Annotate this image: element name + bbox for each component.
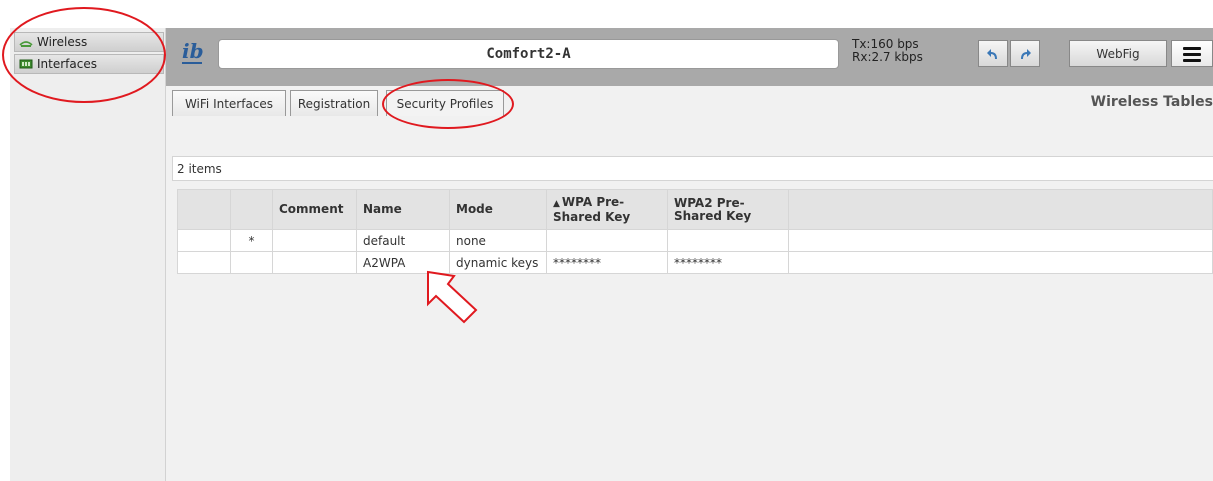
cell-wpa-key: ******** (546, 251, 668, 274)
page-title: Comfort2-A (218, 39, 839, 69)
table-header-row: Comment Name Mode ▲ WPA Pre- Shared Key W… (177, 189, 1213, 230)
cell-name: default (356, 229, 450, 252)
cell-wpa2-key (667, 229, 789, 252)
column-header-spacer (788, 189, 1213, 230)
redo-icon (1021, 48, 1031, 59)
undo-button[interactable] (978, 40, 1008, 67)
cell-select[interactable] (177, 229, 231, 252)
column-header-comment[interactable]: Comment (272, 189, 357, 230)
annotation-arrow-icon (427, 270, 478, 324)
sort-ascending-icon: ▲ (553, 198, 560, 209)
column-header-select[interactable] (177, 189, 231, 230)
header-bar: ib Comfort2-A Tx:160 bps Rx:2.7 kbps Web… (166, 28, 1213, 86)
cell-spacer (788, 229, 1213, 252)
traffic-readout: Tx:160 bps Rx:2.7 kbps (852, 38, 923, 64)
cell-comment (272, 229, 357, 252)
table-row[interactable]: * default none (177, 229, 1213, 252)
sidebar-item-interfaces[interactable]: Interfaces (14, 54, 164, 74)
svg-text:ib: ib (182, 39, 204, 63)
rx-rate: Rx:2.7 kbps (852, 50, 923, 64)
cell-flag: * (230, 229, 273, 252)
logo-icon: ib (182, 39, 204, 64)
redo-button[interactable] (1010, 40, 1040, 67)
menu-button[interactable] (1171, 40, 1213, 67)
column-header-flags[interactable] (230, 189, 273, 230)
tab-wifi-interfaces[interactable]: WiFi Interfaces (172, 90, 286, 116)
webfig-button[interactable]: WebFig (1069, 40, 1167, 67)
undo-icon (987, 48, 997, 59)
cell-mode: none (449, 229, 547, 252)
section-title: Wireless Tables (1090, 94, 1213, 110)
hamburger-icon (1183, 46, 1201, 62)
sidebar-item-label: Wireless (37, 35, 88, 49)
cell-wpa2-key: ******** (667, 251, 789, 274)
cell-wpa-key (546, 229, 668, 252)
cell-select[interactable] (177, 251, 231, 274)
wifi-icon (19, 41, 33, 47)
sidebar-item-label: Interfaces (37, 57, 97, 71)
network-card-icon (19, 59, 33, 69)
column-header-wpa2-key[interactable]: WPA2 Pre- Shared Key (667, 189, 789, 230)
main-panel: ib Comfort2-A Tx:160 bps Rx:2.7 kbps Web… (166, 28, 1213, 481)
column-header-label: WPA Pre- Shared Key (553, 194, 631, 224)
table-row[interactable]: A2WPA dynamic keys ******** ******** (177, 251, 1213, 274)
tab-security-profiles[interactable]: Security Profiles (386, 90, 504, 116)
cell-comment (272, 251, 357, 274)
sidebar: Wireless Interfaces (10, 28, 166, 481)
cell-spacer (788, 251, 1213, 274)
sidebar-item-wireless[interactable]: Wireless (14, 32, 164, 52)
column-header-wpa-key[interactable]: ▲ WPA Pre- Shared Key (546, 189, 668, 230)
column-header-mode[interactable]: Mode (449, 189, 547, 230)
security-profiles-table: Comment Name Mode ▲ WPA Pre- Shared Key W… (177, 189, 1213, 274)
column-header-name[interactable]: Name (356, 189, 450, 230)
cell-flag (230, 251, 273, 274)
tab-registration[interactable]: Registration (290, 90, 378, 116)
item-count: 2 items (172, 156, 1213, 181)
